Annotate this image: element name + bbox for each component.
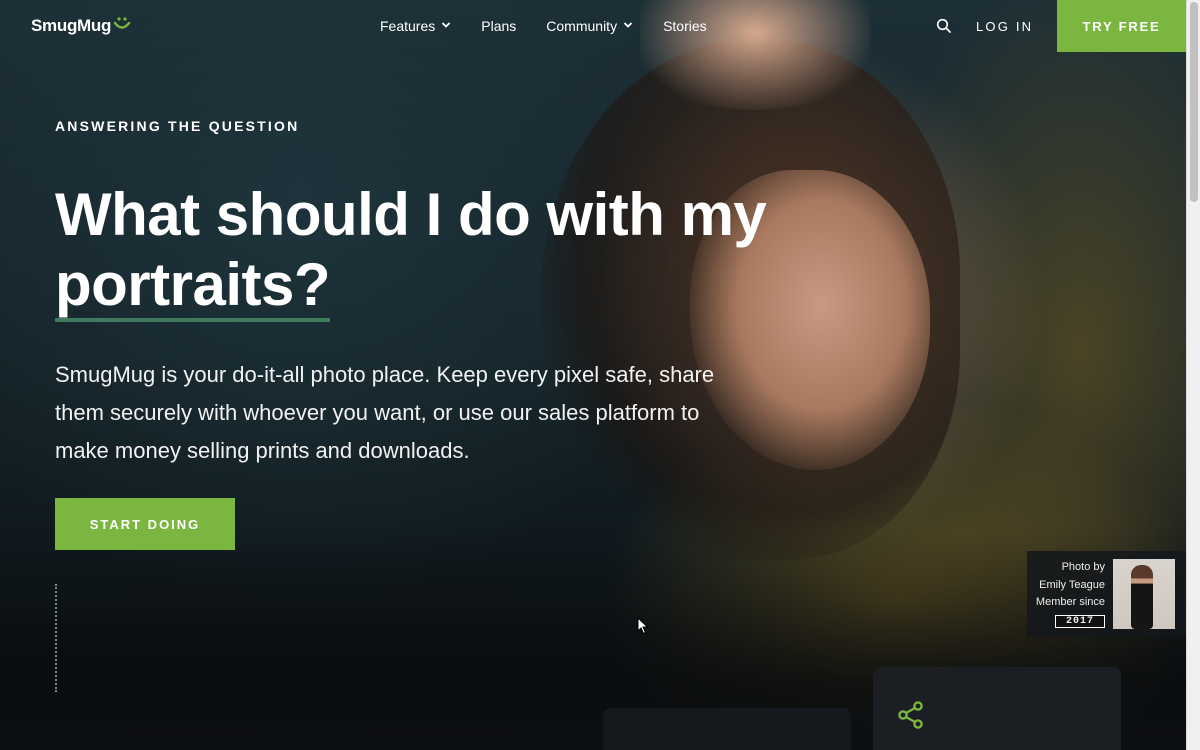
share-icon (898, 701, 923, 729)
smile-logo-icon (113, 17, 131, 29)
member-year-badge: 2017 (1054, 614, 1105, 628)
start-doing-button[interactable]: START DOING (55, 498, 235, 550)
headline-line-2: portraits? (55, 251, 331, 322)
logo-text: SmugMug (31, 16, 112, 35)
headline-line-1: What should I do with my (55, 181, 767, 248)
photographer-avatar (1113, 559, 1175, 629)
nav-features-label: Features (380, 18, 436, 34)
chevron-down-icon (442, 22, 451, 28)
nav-community[interactable]: Community (546, 18, 633, 34)
photo-credit-text: Photo by Emily Teague Member since 2017 (1027, 559, 1113, 629)
main-nav: Features Plans Community Stories (380, 18, 737, 34)
site-header: SmugMug Features Plans Community Stories… (0, 0, 1186, 52)
nav-plans[interactable]: Plans (481, 18, 516, 34)
nav-plans-label: Plans (481, 18, 517, 34)
hero-subtext: SmugMug is your do-it-all photo place. K… (55, 362, 715, 463)
credit-line-2: Emily Teague (1039, 578, 1105, 591)
try-free-button[interactable]: TRY FREE (1057, 0, 1186, 52)
scrollbar-thumb[interactable] (1190, 2, 1198, 202)
photographer-figure (1131, 565, 1153, 629)
mouse-cursor-icon (637, 617, 649, 635)
scroll-indicator (55, 584, 57, 692)
page-scrollbar[interactable] (1186, 0, 1200, 750)
nav-stories[interactable]: Stories (663, 18, 707, 34)
hero-headline: What should I do with my portraits? (55, 180, 815, 322)
search-icon[interactable] (936, 18, 952, 34)
nav-stories-label: Stories (663, 18, 707, 34)
feature-card-1[interactable] (603, 708, 851, 750)
login-link[interactable]: LOG IN (976, 19, 1033, 34)
nav-features[interactable]: Features (380, 18, 451, 34)
hero-eyebrow: ANSWERING THE QUESTION (55, 118, 300, 134)
chevron-down-icon (623, 22, 633, 28)
credit-line-1: Photo by (1061, 561, 1105, 573)
credit-line-3: Member since (1035, 596, 1105, 608)
photo-credit[interactable]: Photo by Emily Teague Member since 2017 (1027, 551, 1186, 637)
smugmug-logo[interactable]: SmugMug (31, 16, 131, 36)
nav-community-label: Community (546, 18, 618, 34)
